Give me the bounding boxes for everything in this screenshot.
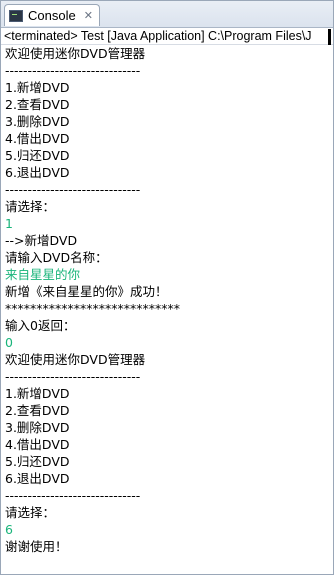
console-output-line: 6.退出DVD <box>5 471 70 486</box>
console-output-line: 谢谢使用！ <box>5 539 68 554</box>
console-output-line: 3.删除DVD <box>5 114 70 129</box>
console-output-line: 2.查看DVD <box>5 403 70 418</box>
console-input-line: 1 <box>5 216 13 231</box>
console-output-line: ------------------------------ <box>5 488 141 503</box>
console-output-line: 2.查看DVD <box>5 97 70 112</box>
close-icon[interactable]: ✕ <box>84 10 93 21</box>
console-output-line: 4.借出DVD <box>5 131 70 146</box>
console-output-line: ------------------------------ <box>5 63 141 78</box>
console-output-line: ------------------------------ <box>5 369 141 384</box>
console-output-line: 3.删除DVD <box>5 420 70 435</box>
console-output-line: ------------------------------ <box>5 182 141 197</box>
tab-console[interactable]: Console ✕ <box>4 4 100 26</box>
console-icon <box>9 9 23 22</box>
console-view: Console ✕ <terminated> Test [Java Applic… <box>0 0 334 575</box>
console-output-line: 欢迎使用迷你DVD管理器 <box>5 352 146 367</box>
console-output-line: 5.归还DVD <box>5 454 70 469</box>
console-output-line: 4.借出DVD <box>5 437 70 452</box>
console-output-line: 请输入DVD名称： <box>5 250 108 265</box>
console-output-line: 1.新增DVD <box>5 80 70 95</box>
console-output-line: 欢迎使用迷你DVD管理器 <box>5 46 146 61</box>
console-output-line: -->新增DVD <box>5 233 78 248</box>
console-input-line: 0 <box>5 335 13 350</box>
console-input-line: 来自星星的你 <box>5 267 81 282</box>
console-input-line: 6 <box>5 522 13 537</box>
scrollbar-thumb[interactable] <box>328 29 331 45</box>
console-output-line: 1.新增DVD <box>5 386 70 401</box>
console-output[interactable]: 欢迎使用迷你DVD管理器 ----------------------------… <box>1 45 333 555</box>
console-output-line: **************************** <box>5 301 180 316</box>
console-output-line: 5.归还DVD <box>5 148 70 163</box>
console-output-line: 输入0返回： <box>5 318 76 333</box>
tab-label: Console <box>28 8 76 23</box>
console-output-line: 6.退出DVD <box>5 165 70 180</box>
console-output-line: 新增《来自星星的你》成功！ <box>5 284 168 299</box>
launch-status: <terminated> Test [Java Application] C:\… <box>1 28 333 45</box>
console-output-line: 请选择： <box>5 505 56 520</box>
view-tab-bar: Console ✕ <box>1 1 333 28</box>
console-output-line: 请选择： <box>5 199 56 214</box>
